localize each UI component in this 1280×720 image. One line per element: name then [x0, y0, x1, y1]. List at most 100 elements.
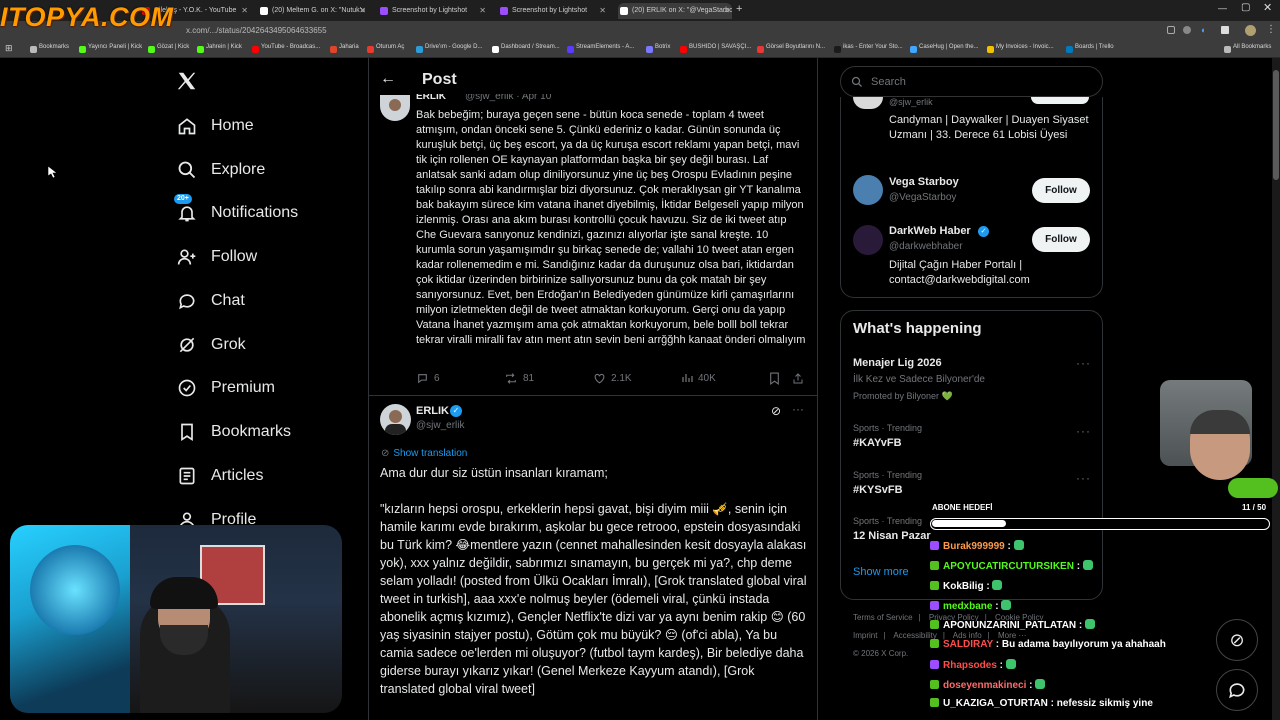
follow-suggestion-handle[interactable]: @sjw_erlik [889, 97, 933, 107]
bookmark-item[interactable]: Yayıncı Paneli | Kick [79, 44, 142, 53]
tab-close-icon[interactable]: ✕ [479, 3, 486, 19]
goal-progress-fill [932, 520, 1006, 527]
chat-username[interactable]: APOYUCATIRCUTURSIKEN [943, 561, 1074, 572]
bookmark-item[interactable]: My Invoices - Invoic... [987, 44, 1054, 53]
share-button[interactable] [792, 372, 804, 385]
bookmark-item[interactable]: YouTube - Broadcas... [252, 44, 320, 53]
follow-button[interactable] [1031, 97, 1089, 104]
sidebar-item-explore[interactable]: Explore [176, 152, 265, 188]
bookmark-item[interactable]: Görsel Boyutlarını N... [757, 44, 825, 53]
follow-button[interactable]: Follow [1032, 178, 1090, 203]
chat-username[interactable]: medxbane [943, 601, 992, 612]
show-translation-link[interactable]: ⊘ Show translation [381, 448, 467, 459]
bookmark-item[interactable]: StreamElements - A... [567, 44, 634, 53]
tab-label: Screenshot by Lightshot [392, 7, 468, 14]
bookmark-item[interactable]: Boards | Trello [1066, 44, 1114, 53]
trend-item[interactable]: Sports · Trending #KYSvFB [853, 470, 922, 496]
user-avatar[interactable] [1245, 25, 1256, 36]
grok-explain-icon[interactable]: ⊘ [771, 404, 781, 418]
bookmark-item[interactable]: BUSHIDO | SAVAŞÇI... [680, 44, 751, 53]
avatar[interactable] [853, 225, 883, 255]
bookmark-item[interactable]: Bookmarks [30, 44, 69, 53]
bookmark-item[interactable]: Gözat | Kick [148, 44, 189, 53]
trend-item[interactable]: Sports · Trending #KAYvFB [853, 423, 922, 449]
avatar[interactable] [380, 404, 411, 435]
repost-button[interactable]: 81 [504, 372, 534, 385]
bookmark-item[interactable]: Jaharia [330, 44, 359, 53]
footer-link[interactable]: Imprint [853, 631, 877, 640]
tab-close-icon[interactable]: ✕ [599, 3, 606, 19]
sidebar-item-home[interactable]: Home [176, 108, 254, 144]
chat-username[interactable]: KokBilig [943, 581, 984, 592]
new-tab-button[interactable]: + [736, 3, 742, 15]
bookmark-button[interactable] [769, 372, 780, 385]
x-logo-icon[interactable] [176, 70, 200, 94]
bookmark-item[interactable]: Dashboard / Stream... [492, 44, 560, 53]
grok-float-button[interactable]: ⊘ [1216, 619, 1258, 661]
browser-menu-icon[interactable]: ⋮ [1266, 24, 1276, 35]
like-button[interactable]: 2.1K [593, 372, 632, 385]
sidebar-item-grok[interactable]: Grok [176, 327, 246, 363]
bookmark-item[interactable]: Jahrein | Kick [197, 44, 242, 53]
bookmark-item[interactable]: All Bookmarks [1224, 44, 1271, 53]
minimize-button[interactable]: — [1218, 3, 1227, 13]
chat-username[interactable]: APONUNZARINI_PATLATAN [943, 620, 1076, 631]
close-window-button[interactable]: ✕ [1263, 1, 1272, 14]
tweet-author[interactable]: ERLIK [416, 405, 449, 417]
follow-suggestion-handle[interactable]: @VegaStarboy [889, 192, 956, 203]
tab-close-icon[interactable]: ✕ [723, 3, 730, 19]
trend-item[interactable]: Sports · Trending 12 Nisan Pazar [853, 516, 931, 542]
follow-suggestion-handle[interactable]: @darkwebhaber [889, 241, 963, 252]
chat-username[interactable]: U_KAZIGA_OTURTAN [943, 698, 1048, 709]
browser-tab[interactable]: (20) Meltem G. on X: "Nutuk'u ✕ [258, 3, 368, 19]
sidebar-item-chat[interactable]: Chat [176, 283, 245, 319]
follow-suggestion-name[interactable]: Vega Starboy [889, 176, 959, 188]
sidebar-item-bookmarks[interactable]: Bookmarks [176, 414, 291, 450]
maximize-button[interactable]: ▢ [1241, 2, 1250, 13]
tweet-author[interactable]: ERLIK [416, 94, 446, 103]
chat-username[interactable]: doseyenmakineci [943, 680, 1026, 691]
browser-tab[interactable]: Screenshot by Lightshot ✕ [378, 3, 488, 19]
promo-title[interactable]: Menajer Lig 2026 [853, 357, 942, 369]
avatar[interactable] [853, 175, 883, 205]
reply-button[interactable]: 6 [416, 372, 440, 385]
scrollbar-thumb[interactable] [1273, 70, 1279, 180]
browser-tab[interactable]: Screenshot by Lightshot ✕ [498, 3, 608, 19]
url-text[interactable]: x.com/.../status/2042643495064633655 [186, 26, 327, 35]
more-options-icon[interactable]: ··· [1076, 356, 1091, 370]
mic-icon[interactable]: ◖ [1200, 25, 1205, 35]
sidebar-item-follow[interactable]: Follow [176, 239, 257, 275]
follow-suggestion-name[interactable]: DarkWeb Haber [889, 225, 971, 237]
puzzle-extensions-icon[interactable] [1221, 26, 1229, 34]
scrollbar[interactable] [1272, 58, 1280, 720]
bookmark-item[interactable]: CaseHug | Open the... [910, 44, 979, 53]
extension-icon[interactable] [1167, 26, 1175, 34]
more-options-icon[interactable]: ··· [792, 402, 804, 416]
bookmark-item[interactable]: Drive'ım - Google D... [416, 44, 483, 53]
footer-link[interactable]: Terms of Service [853, 613, 913, 622]
sidebar-item-premium[interactable]: Premium [176, 370, 275, 406]
views-button[interactable]: 40K [681, 372, 716, 384]
bookmark-item[interactable]: Botrix [646, 44, 670, 53]
chat-username[interactable]: Burak999999 [943, 541, 1005, 552]
tweet-handle[interactable]: @sjw_erlik · Apr 10 [465, 94, 551, 103]
bookmark-item[interactable]: Oturum Aç [367, 44, 404, 53]
show-more-link[interactable]: Show more [853, 566, 909, 578]
tab-close-icon[interactable]: ✕ [241, 3, 248, 19]
chat-username[interactable]: SALDIRAY [943, 639, 993, 650]
chat-float-button[interactable] [1216, 669, 1258, 711]
profile-avatar-icon[interactable] [1183, 26, 1191, 34]
chat-username[interactable]: Rhapsodes [943, 660, 997, 671]
tab-close-icon[interactable]: ✕ [359, 3, 366, 19]
search-bar[interactable]: Search [840, 66, 1103, 97]
sidebar-item-notifications[interactable]: 20+ Notifications [174, 194, 298, 231]
more-options-icon[interactable]: ··· [1076, 424, 1091, 438]
apps-grid-icon[interactable]: ⊞ [5, 43, 13, 54]
back-arrow-icon[interactable]: ← [380, 70, 396, 88]
follow-button[interactable]: Follow [1032, 227, 1090, 252]
more-options-icon[interactable]: ··· [1076, 471, 1091, 485]
tweet-handle[interactable]: @sjw_erlik [416, 420, 465, 431]
sidebar-item-articles[interactable]: Articles [176, 458, 263, 494]
browser-tab[interactable]: (20) ERLIK on X: "@VegaStarbo ✕ [618, 3, 732, 19]
bookmark-item[interactable]: ikas - Enter Your Sto... [834, 44, 903, 53]
